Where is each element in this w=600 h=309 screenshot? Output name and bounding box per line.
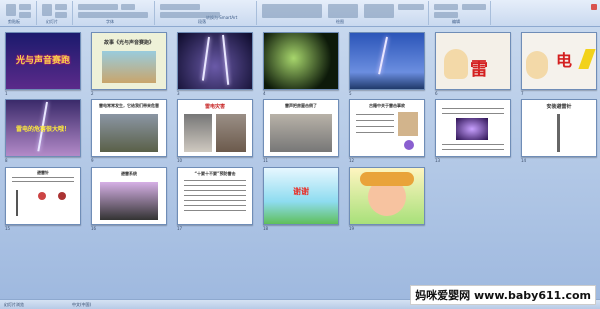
quick-styles-button[interactable] xyxy=(364,4,394,18)
paste-button[interactable] xyxy=(6,4,16,16)
reset-button[interactable] xyxy=(55,12,67,18)
status-language: 中文(中国) xyxy=(72,302,92,307)
shape-fill-button[interactable] xyxy=(398,4,424,10)
slide-thumbnail[interactable]: 雷 xyxy=(435,32,511,90)
paragraph-group: 转换为 SmartArt 段落 xyxy=(156,1,257,25)
slide-thumbnail[interactable] xyxy=(435,99,511,157)
slide-thumbnail[interactable]: 雷电灾害 xyxy=(177,99,253,157)
copy-button[interactable] xyxy=(19,12,31,18)
slide-number: 9 xyxy=(91,158,94,163)
arrange-button[interactable] xyxy=(328,4,358,18)
slide-thumbnail[interactable] xyxy=(349,167,425,225)
slide-number: 19 xyxy=(349,226,355,231)
font-size-select[interactable] xyxy=(121,4,135,10)
ribbon-minimize-button[interactable] xyxy=(591,4,597,10)
slide-number: 7 xyxy=(521,91,524,96)
slide-thumbnail[interactable]: 古籍中关于雷击事故 xyxy=(349,99,425,157)
slide-number: 12 xyxy=(349,158,355,163)
font-group: 字体 xyxy=(74,1,155,25)
slide-number: 1 xyxy=(5,91,8,96)
slide-thumbnail[interactable]: 安装避雷针 xyxy=(521,99,597,157)
font-format-buttons[interactable] xyxy=(78,12,148,18)
layout-button[interactable] xyxy=(55,4,67,10)
drawing-group: 绘图 xyxy=(258,1,429,25)
slide-thumbnail[interactable]: 避雷系统 xyxy=(91,167,167,225)
slide-number: 18 xyxy=(263,226,269,231)
font-name-select[interactable] xyxy=(78,4,118,10)
align-buttons[interactable] xyxy=(160,12,220,18)
group-label: 剪贴板 xyxy=(8,19,20,24)
slide-number: 14 xyxy=(521,158,527,163)
slide-number: 6 xyxy=(435,91,438,96)
group-label: 段落 xyxy=(198,19,206,24)
slide-thumbnail[interactable]: 雷声把房屋击倒了 xyxy=(263,99,339,157)
slide-thumbnail[interactable]: “十要十不要”预防雷击 xyxy=(177,167,253,225)
shapes-gallery[interactable] xyxy=(262,4,322,18)
clipboard-group: 剪贴板 xyxy=(2,1,37,25)
slide-number: 16 xyxy=(91,226,97,231)
slide-thumbnail[interactable] xyxy=(263,32,339,90)
slide-thumbnail[interactable]: 避雷针 xyxy=(5,167,81,225)
slide-number: 5 xyxy=(349,91,352,96)
slide-thumbnail[interactable]: 电 xyxy=(521,32,597,90)
find-button[interactable] xyxy=(434,4,458,10)
slide-number: 11 xyxy=(263,158,269,163)
select-button[interactable] xyxy=(462,4,486,10)
status-view-label: 幻灯片浏览 xyxy=(4,302,24,307)
slide-thumbnail[interactable]: 故事《光与声音赛跑》 xyxy=(91,32,167,90)
slide-number: 2 xyxy=(91,91,94,96)
group-label: 编辑 xyxy=(452,19,460,24)
watermark: 妈咪爱婴网 www.baby611.com xyxy=(410,285,596,305)
slide-sorter: 光与声音赛跑 1 故事《光与声音赛跑》 2 3 4 5 雷 6 电 7 雷电的危… xyxy=(0,27,600,299)
cut-button[interactable] xyxy=(19,4,31,10)
ribbon: 剪贴板 幻灯片 字体 转换为 SmartArt 段落 绘图 编辑 xyxy=(0,0,600,27)
group-label: 绘图 xyxy=(336,19,344,24)
group-label: 字体 xyxy=(106,19,114,24)
group-label: 幻灯片 xyxy=(46,19,58,24)
slide-thumbnail[interactable] xyxy=(349,32,425,90)
new-slide-button[interactable] xyxy=(42,4,52,16)
slides-group: 幻灯片 xyxy=(38,1,73,25)
slide-number: 17 xyxy=(177,226,183,231)
slide-number: 3 xyxy=(177,91,180,96)
slide-thumbnail[interactable]: 雷电的危害很大哦！ xyxy=(5,99,81,157)
slide-number: 13 xyxy=(435,158,441,163)
slide-number: 8 xyxy=(5,158,8,163)
slide-thumbnail[interactable]: 雷电常常发生，它给我们带来危害 xyxy=(91,99,167,157)
slide-number: 10 xyxy=(177,158,183,163)
slide-number: 15 xyxy=(5,226,11,231)
replace-button[interactable] xyxy=(434,12,458,18)
slide-thumbnail[interactable]: 光与声音赛跑 xyxy=(5,32,81,90)
slide-thumbnail[interactable] xyxy=(177,32,253,90)
slide-thumbnail[interactable]: 谢谢 xyxy=(263,167,339,225)
list-buttons[interactable] xyxy=(160,4,200,10)
slide-number: 4 xyxy=(263,91,266,96)
editing-group: 编辑 xyxy=(430,1,491,25)
